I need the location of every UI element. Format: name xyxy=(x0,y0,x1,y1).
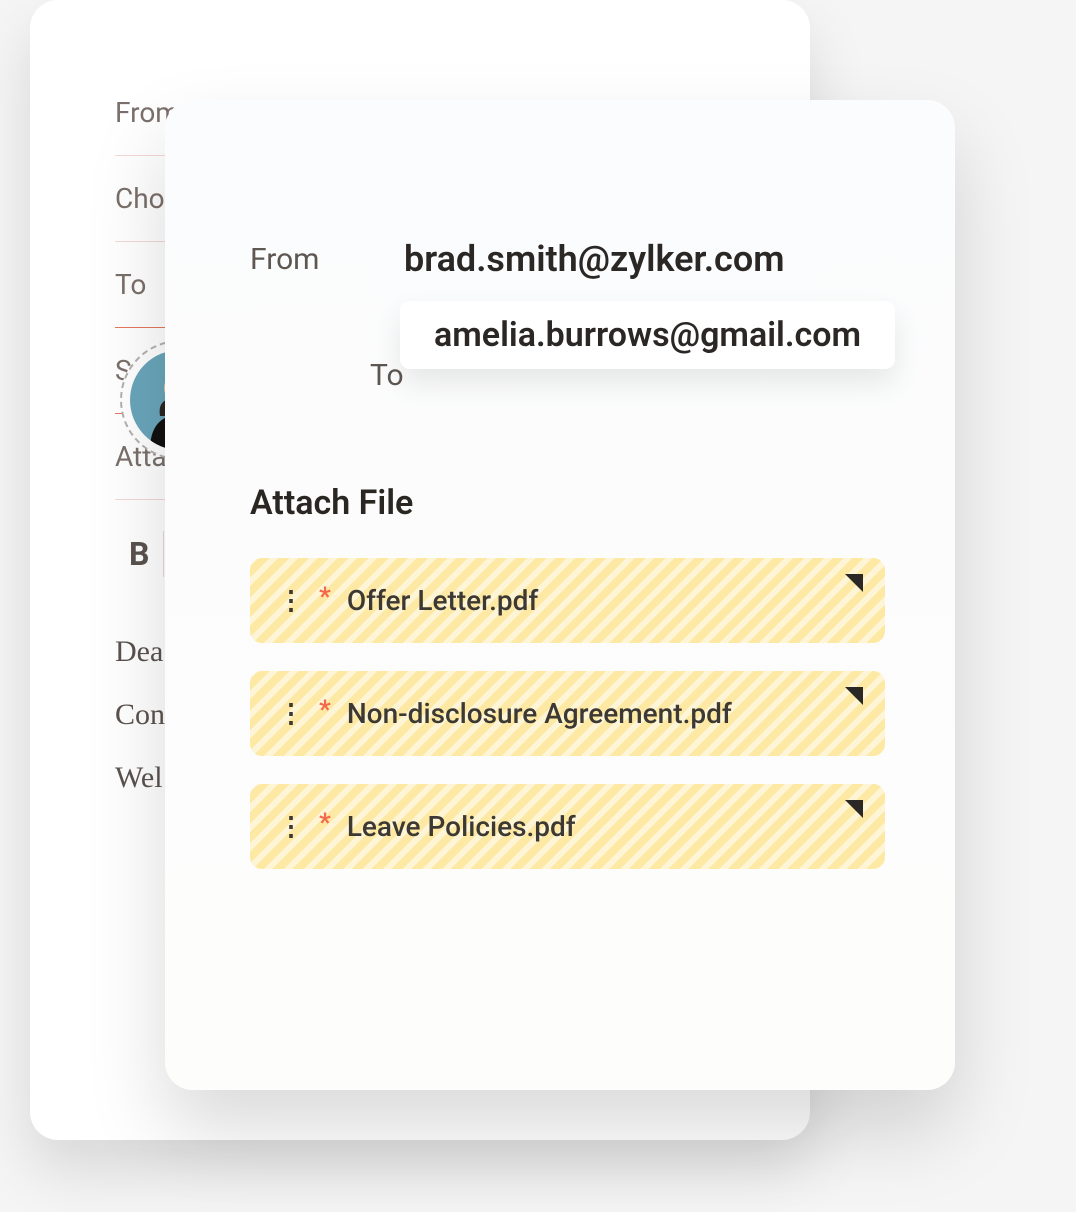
dropdown-triangle-icon[interactable] xyxy=(845,800,863,818)
required-asterisk-icon: * xyxy=(319,695,331,725)
file-name: Offer Letter.pdf xyxy=(347,584,539,617)
attachment-item[interactable]: ⋮ * Non-disclosure Agreement.pdf xyxy=(250,671,885,756)
required-asterisk-icon: * xyxy=(319,582,331,612)
required-asterisk-icon: * xyxy=(319,808,331,838)
attachment-item[interactable]: ⋮ * Leave Policies.pdf xyxy=(250,784,885,869)
file-name: Non-disclosure Agreement.pdf xyxy=(347,697,732,730)
from-label: From xyxy=(250,242,330,277)
from-row: From brad.smith@zylker.com xyxy=(250,220,885,298)
attach-overlay-card: From brad.smith@zylker.com To amelia.bur… xyxy=(165,100,955,1090)
drag-handle-icon[interactable]: ⋮ xyxy=(278,586,303,616)
bold-button[interactable]: B xyxy=(115,531,164,577)
dropdown-triangle-icon[interactable] xyxy=(845,687,863,705)
file-name: Leave Policies.pdf xyxy=(347,810,576,843)
to-value-chip[interactable]: amelia.burrows@gmail.com xyxy=(400,301,895,369)
dropdown-triangle-icon[interactable] xyxy=(845,574,863,592)
attach-file-heading: Attach File xyxy=(250,483,885,523)
from-value-chip[interactable]: brad.smith@zylker.com xyxy=(370,220,818,298)
drag-handle-icon[interactable]: ⋮ xyxy=(278,699,303,729)
attachment-item[interactable]: ⋮ * Offer Letter.pdf xyxy=(250,558,885,643)
drag-handle-icon[interactable]: ⋮ xyxy=(278,812,303,842)
choose-label: Cho xyxy=(115,182,165,215)
